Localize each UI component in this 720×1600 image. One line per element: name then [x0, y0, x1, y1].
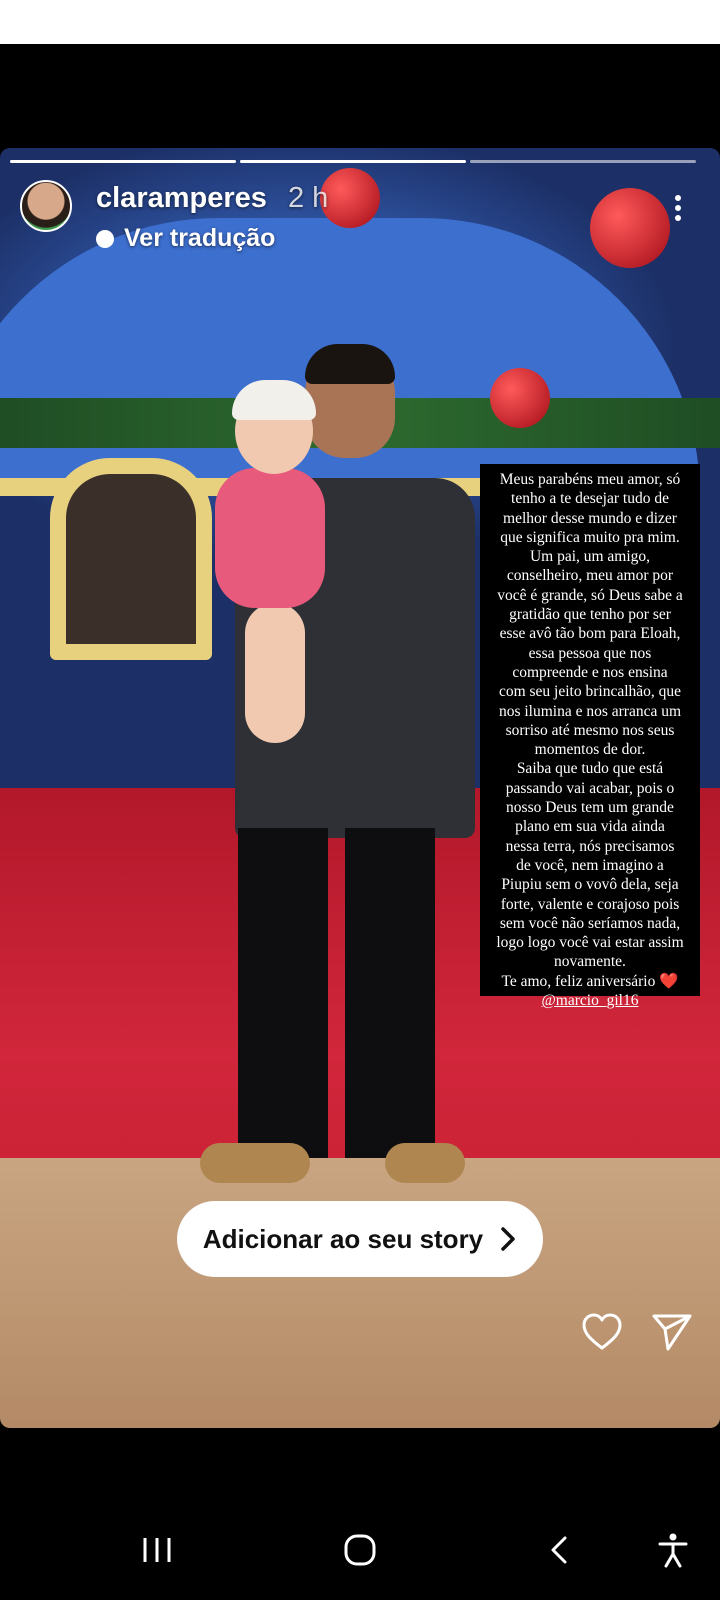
- story-progress-bar: [10, 160, 696, 163]
- story-photo-ornament: [490, 368, 550, 428]
- story-photo-baby-body: [215, 468, 325, 608]
- story-photo-baby-legs: [245, 603, 305, 743]
- accessibility-icon: [658, 1533, 688, 1568]
- story-photo-ornament: [320, 168, 380, 228]
- more-options-button[interactable]: [660, 188, 696, 228]
- story-photo-man-shoe: [385, 1143, 465, 1183]
- username[interactable]: claramperes: [96, 182, 267, 215]
- add-to-your-story-label: Adicionar ao seu story: [202, 1223, 484, 1254]
- story-progress-segment: [240, 160, 466, 163]
- story-photo-man-hair: [305, 344, 395, 384]
- story-progress-segment: [470, 160, 696, 163]
- mention-link[interactable]: @marcio_gil16: [542, 992, 639, 1009]
- avatar[interactable]: [20, 180, 72, 232]
- chevron-right-icon: [501, 1227, 515, 1251]
- heart-icon: [582, 1313, 622, 1350]
- story-photo-man-shoe: [200, 1143, 310, 1183]
- see-translation-link[interactable]: Ver tradução: [96, 224, 275, 253]
- story-progress-segment: [10, 160, 236, 163]
- accessibility-button[interactable]: [653, 1530, 693, 1570]
- back-icon: [551, 1536, 567, 1564]
- system-navigation-bar: [0, 1500, 720, 1600]
- recents-icon: [143, 1538, 171, 1562]
- story-timestamp: 2 h: [288, 182, 329, 214]
- share-button[interactable]: [650, 1312, 694, 1352]
- home-button[interactable]: [340, 1530, 380, 1570]
- home-icon: [344, 1534, 376, 1566]
- story-caption: Meus parabéns meu amor, só tenho a te de…: [480, 464, 700, 1009]
- see-translation-label: Ver tradução: [124, 224, 276, 252]
- story-photo-man-leg: [345, 828, 435, 1158]
- status-bar: [0, 0, 720, 44]
- story-photo-house-window: [50, 458, 212, 660]
- story-photo-ornament: [590, 188, 670, 268]
- add-to-your-story-button[interactable]: Adicionar ao seu story: [177, 1201, 543, 1277]
- story-photo-man-leg: [238, 828, 328, 1158]
- caption-text: Meus parabéns meu amor, só tenho a te de…: [496, 471, 684, 990]
- back-button[interactable]: [540, 1530, 580, 1570]
- recents-button[interactable]: [137, 1530, 177, 1570]
- translate-bubble-icon: [96, 229, 114, 248]
- story-view[interactable]: claramperes 2 h Ver tradução Meus parabé…: [0, 148, 720, 1428]
- story-photo-wood-floor: [0, 1158, 720, 1428]
- like-button[interactable]: [580, 1312, 624, 1352]
- more-vertical-icon: [675, 195, 681, 221]
- send-icon: [652, 1314, 692, 1351]
